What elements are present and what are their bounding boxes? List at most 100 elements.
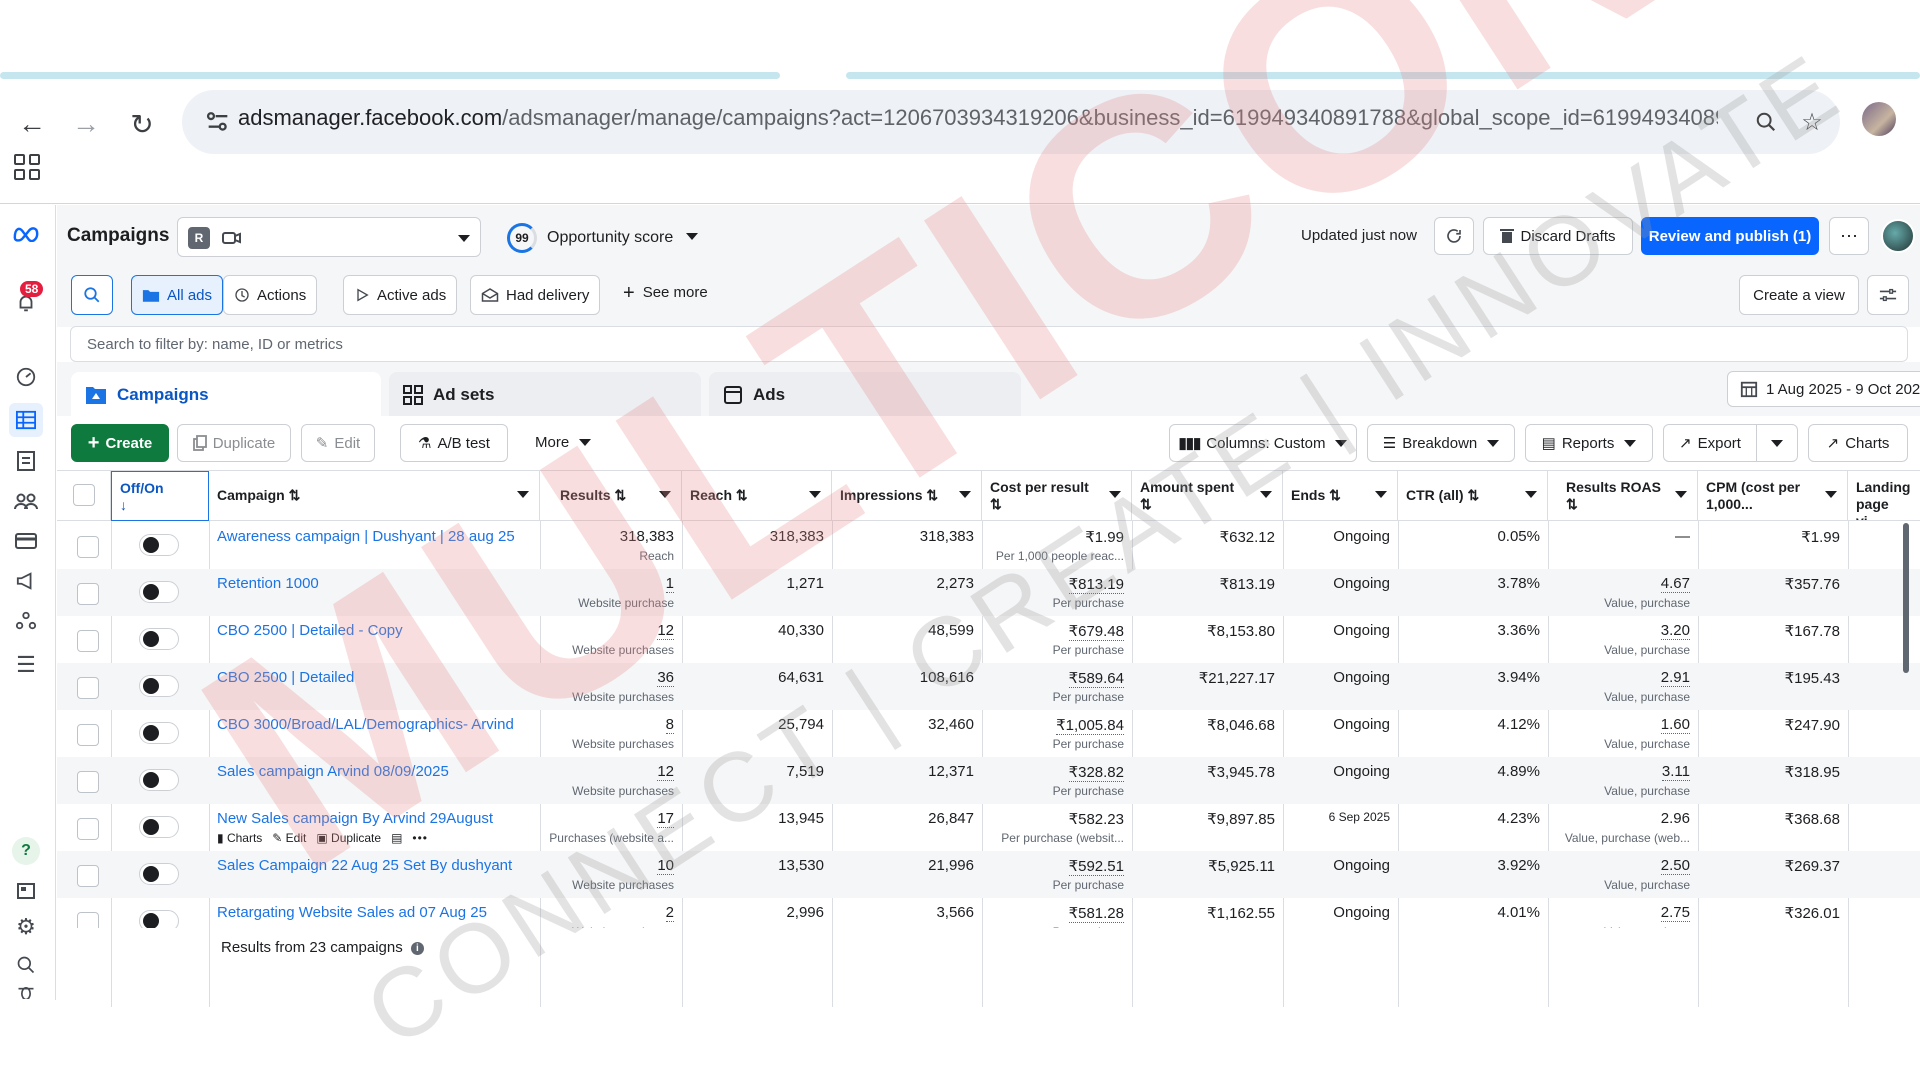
campaign-toggle[interactable] (139, 675, 179, 697)
menu-icon[interactable]: ☰ (12, 651, 40, 679)
reports-button[interactable]: ▤ Reports (1525, 424, 1653, 462)
header-off-on[interactable]: Off/On ↓ (111, 471, 209, 521)
campaign-toggle[interactable] (139, 769, 179, 791)
overview-icon[interactable] (12, 363, 40, 391)
settings-gear-icon[interactable]: ⚙ (12, 913, 40, 941)
review-and-publish-button[interactable]: Review and publish (1) (1641, 217, 1819, 255)
more-options-button[interactable]: ⋯ (1829, 217, 1869, 255)
info-icon[interactable]: i (410, 942, 424, 955)
opportunity-score-ring[interactable]: 99 (507, 223, 537, 253)
campaign-name-link[interactable]: CBO 2500 | Detailed - Copy (217, 622, 535, 639)
business-tools-icon[interactable] (12, 607, 40, 635)
duplicate-button[interactable]: Duplicate (177, 424, 291, 462)
reports-icon[interactable] (12, 447, 40, 475)
header-campaign[interactable]: Campaign ⇅ (209, 471, 540, 521)
account-selector[interactable]: R (177, 217, 481, 257)
campaign-toggle[interactable] (139, 534, 179, 556)
filter-actions[interactable]: Actions (223, 275, 318, 315)
row-checkbox[interactable] (77, 724, 99, 746)
table-row[interactable]: New Sales campaign By Arvind 29August ▮ C… (57, 804, 1920, 851)
header-results-roas[interactable]: Results ROAS ⇅ (1548, 471, 1698, 521)
more-button[interactable]: More (535, 434, 592, 451)
table-row[interactable]: CBO 2500 | Detailed 36 Website purchases 64… (57, 663, 1920, 710)
meta-logo-icon[interactable] (12, 219, 40, 247)
tab-ad-sets[interactable]: Ad sets (389, 372, 701, 418)
row-charts-action[interactable]: ▮ Charts (217, 831, 262, 845)
table-row[interactable]: Sales Campaign 22 Aug 25 Set By dushyant… (57, 851, 1920, 898)
filter-had-delivery[interactable]: Had delivery (470, 275, 601, 315)
campaign-name-link[interactable]: CBO 2500 | Detailed (217, 669, 535, 686)
header-ends[interactable]: Ends ⇅ (1283, 471, 1398, 521)
breakdown-button[interactable]: ☰ Breakdown (1367, 424, 1515, 462)
campaign-name-link[interactable]: Retention 1000 (217, 575, 535, 592)
row-checkbox[interactable] (77, 771, 99, 793)
table-row[interactable]: CBO 3000/Broad/LAL/Demographics- Arvind 8… (57, 710, 1920, 757)
header-reach[interactable]: Reach ⇅ (682, 471, 832, 521)
campaign-name-link[interactable]: CBO 3000/Broad/LAL/Demographics- Arvind (217, 716, 535, 733)
select-all-checkbox[interactable] (73, 484, 95, 506)
discard-drafts-button[interactable]: Discard Drafts (1483, 217, 1633, 255)
back-icon[interactable]: ← (12, 104, 52, 144)
ab-test-button[interactable]: ⚗ A/B test (400, 424, 508, 462)
campaign-name-link[interactable]: Awareness campaign | Dushyant | 28 aug 2… (217, 528, 535, 545)
search-button[interactable] (71, 275, 113, 315)
table-scrollbar[interactable] (1903, 523, 1909, 673)
audiences-icon[interactable] (12, 487, 40, 515)
header-amount-spent[interactable]: Amount spent ⇅ (1132, 471, 1283, 521)
customize-view-button[interactable] (1867, 275, 1909, 315)
row-checkbox[interactable] (77, 677, 99, 699)
site-settings-icon[interactable] (204, 108, 232, 136)
campaign-toggle[interactable] (139, 581, 179, 603)
browser-profile-avatar[interactable] (1862, 102, 1896, 136)
search-icon[interactable] (12, 951, 40, 979)
business-avatar[interactable] (1881, 219, 1915, 253)
preview-icon[interactable]: ▤ (391, 831, 402, 845)
charts-button[interactable]: ↗ Charts (1808, 424, 1908, 462)
filter-active-ads[interactable]: Active ads (343, 275, 458, 315)
edit-button[interactable]: ✎ Edit (301, 424, 375, 462)
filter-all-ads[interactable]: All ads (131, 275, 224, 315)
bookmark-star-icon[interactable]: ☆ (1794, 104, 1830, 140)
campaign-toggle[interactable] (139, 816, 179, 838)
refresh-button[interactable] (1434, 217, 1474, 255)
row-more-icon[interactable]: ••• (412, 831, 428, 845)
apps-grid-icon[interactable] (14, 154, 40, 180)
zoom-icon[interactable] (1748, 104, 1784, 140)
reload-icon[interactable]: ↻ (122, 104, 162, 144)
row-checkbox[interactable] (77, 630, 99, 652)
campaign-toggle[interactable] (139, 628, 179, 650)
news-feed-icon[interactable] (12, 877, 40, 905)
header-cost-per-result[interactable]: Cost per result ⇅ (982, 471, 1132, 521)
row-checkbox[interactable] (77, 536, 99, 558)
ads-manager-table-icon[interactable] (9, 403, 43, 437)
row-checkbox[interactable] (77, 818, 99, 840)
campaign-name-link[interactable]: Sales campaign Arvind 08/09/2025 (217, 763, 535, 780)
report-bug-icon[interactable] (12, 985, 40, 999)
header-landing-page-views[interactable]: Landing page vi (1848, 471, 1920, 521)
campaign-toggle[interactable] (139, 722, 179, 744)
row-checkbox[interactable] (77, 865, 99, 887)
address-bar[interactable]: adsmanager.facebook.com/adsmanager/manag… (182, 90, 1840, 154)
header-impressions[interactable]: Impressions ⇅ (832, 471, 982, 521)
see-more-filters[interactable]: + See more (623, 283, 708, 303)
table-row[interactable]: Awareness campaign | Dushyant | 28 aug 2… (57, 522, 1920, 569)
header-cpm[interactable]: CPM (cost per 1,000... (1698, 471, 1848, 521)
table-row[interactable]: Sales campaign Arvind 08/09/2025 12 Websit… (57, 757, 1920, 804)
create-a-view-button[interactable]: Create a view (1739, 275, 1859, 315)
campaign-name-link[interactable]: Sales Campaign 22 Aug 25 Set By dushyant (217, 857, 535, 874)
campaign-toggle[interactable] (139, 863, 179, 885)
campaigns-megaphone-icon[interactable] (12, 567, 40, 595)
columns-button[interactable]: ▮▮▮ Columns: Custom (1169, 424, 1357, 462)
header-ctr[interactable]: CTR (all) ⇅ (1398, 471, 1548, 521)
tab-campaigns[interactable]: Campaigns (71, 372, 381, 418)
search-filter-input[interactable]: Search to filter by: name, ID or metrics (70, 326, 1908, 362)
campaign-name-link[interactable]: New Sales campaign By Arvind 29August (217, 810, 535, 827)
forward-icon[interactable]: → (66, 104, 106, 144)
export-options-button[interactable] (1756, 424, 1798, 462)
help-icon[interactable]: ? (12, 837, 40, 865)
row-edit-action[interactable]: ✎ Edit (272, 831, 306, 845)
create-button[interactable]: + Create (71, 424, 169, 462)
opportunity-score-label[interactable]: Opportunity score (547, 229, 698, 247)
row-duplicate-action[interactable]: ▣ Duplicate (316, 831, 381, 845)
billing-icon[interactable] (12, 527, 40, 555)
